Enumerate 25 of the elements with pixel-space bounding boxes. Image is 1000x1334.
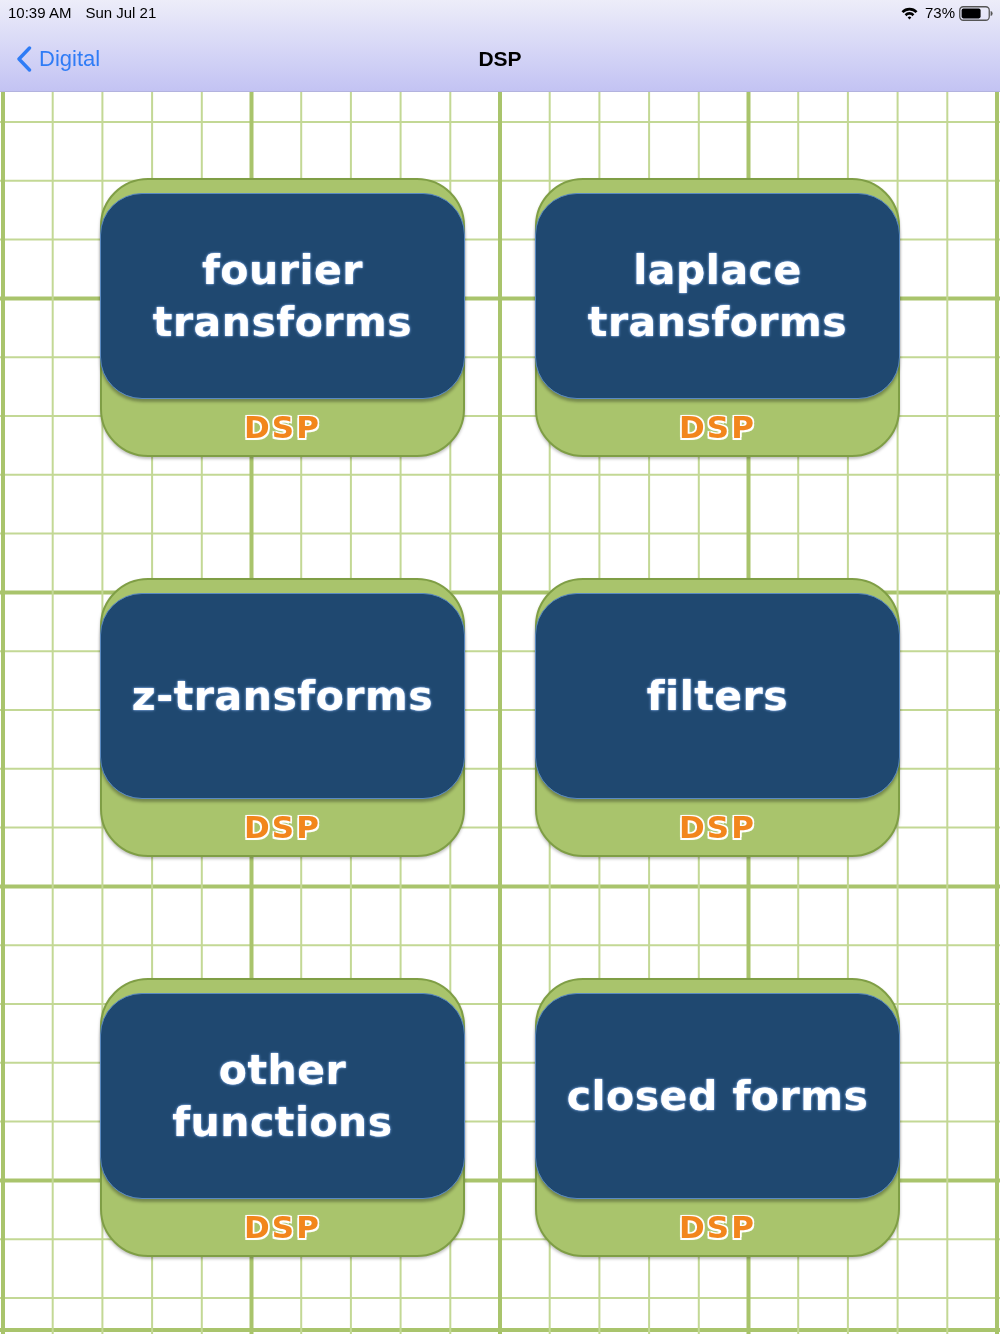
topic-tile[interactable]: filters DSP xyxy=(535,578,900,857)
battery-icon xyxy=(959,5,993,21)
category-label: DSP xyxy=(679,411,756,443)
battery-percentage: 73% xyxy=(924,2,955,23)
topic-title: closed forms xyxy=(535,993,900,1199)
topic-tile[interactable]: other functions DSP xyxy=(100,978,465,1257)
topic-title: other functions xyxy=(100,993,465,1199)
topic-tile[interactable]: closed forms DSP xyxy=(535,978,900,1257)
category-label: DSP xyxy=(244,811,321,843)
topic-title: filters xyxy=(535,593,900,799)
category-label: DSP xyxy=(244,1211,321,1243)
category-label: DSP xyxy=(679,1211,756,1243)
topic-tile[interactable]: laplace transforms DSP xyxy=(535,178,900,457)
category-label: DSP xyxy=(679,811,756,843)
back-chevron-icon xyxy=(16,45,32,72)
topic-tile[interactable]: fourier transforms DSP xyxy=(100,178,465,457)
topic-title: z-transforms xyxy=(100,593,465,799)
topic-tile[interactable]: z-transforms DSP xyxy=(100,578,465,857)
status-time: 10:39 AM xyxy=(8,2,72,23)
nav-title: DSP xyxy=(478,45,522,72)
status-date: Sun Jul 21 xyxy=(85,2,157,23)
wifi-icon xyxy=(900,6,918,20)
category-label: DSP xyxy=(244,411,321,443)
topic-title: fourier transforms xyxy=(100,193,465,399)
topic-title: laplace transforms xyxy=(535,193,900,399)
